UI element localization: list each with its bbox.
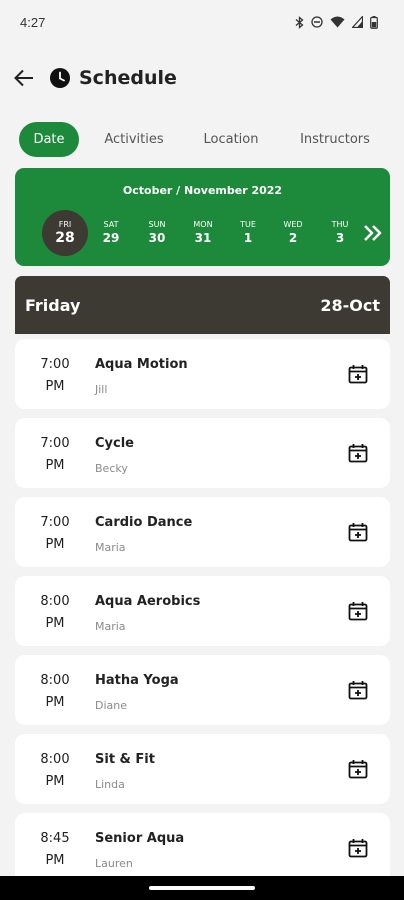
day-name: THU <box>331 220 349 229</box>
day-number: 3 <box>335 231 345 245</box>
time-value: 7:00 <box>40 436 70 451</box>
class-instructor: Diane <box>95 699 128 712</box>
class-instructor: Linda <box>95 778 125 791</box>
class-card-hatha-yoga[interactable]: 8:00 PM Hatha Yoga Diane <box>15 655 390 725</box>
tab-instructors[interactable]: Instructors <box>273 122 383 157</box>
time-period: PM <box>45 458 65 473</box>
day-fri-28[interactable]: FRI 28 <box>42 210 88 256</box>
day-sun-30[interactable]: SUN 30 <box>134 210 180 256</box>
home-gesture-handle[interactable] <box>149 886 255 890</box>
tab-date[interactable]: Date <box>19 122 79 157</box>
status-icons <box>295 15 378 29</box>
calendar-plus-icon[interactable] <box>348 838 368 858</box>
day-mon-31[interactable]: MON 31 <box>180 210 226 256</box>
class-instructor: Maria <box>95 541 126 554</box>
month-label: October / November 2022 <box>122 184 283 197</box>
calendar-plus-icon[interactable] <box>348 522 368 542</box>
week-calendar: October / November 2022 FRI 28 SAT 29 SU… <box>15 168 390 266</box>
class-instructor: Lauren <box>95 857 133 870</box>
class-name: Senior Aqua <box>95 831 185 846</box>
tab-activities[interactable]: Activities <box>79 122 189 157</box>
time-value: 8:00 <box>40 673 70 688</box>
day-number: 28 <box>55 230 75 246</box>
class-name: Aqua Aerobics <box>95 594 201 609</box>
day-name: WED <box>283 220 303 229</box>
bluetooth-icon <box>295 15 304 29</box>
page-title: Schedule <box>79 67 177 89</box>
do-not-disturb-icon <box>311 16 323 28</box>
class-time: 7:00 PM <box>37 512 73 556</box>
status-bar: 4:27 <box>0 0 404 44</box>
time-value: 8:00 <box>40 594 70 609</box>
selected-date: 28-Oct <box>320 295 380 315</box>
time-period: PM <box>45 379 65 394</box>
class-name: Aqua Motion <box>95 357 188 372</box>
class-instructor: Becky <box>95 462 128 475</box>
class-name: Cardio Dance <box>95 515 193 530</box>
day-tue-1[interactable]: TUE 1 <box>225 210 271 256</box>
time-period: PM <box>45 695 65 710</box>
back-button[interactable] <box>12 66 36 90</box>
calendar-plus-icon[interactable] <box>348 680 368 700</box>
class-time: 8:00 PM <box>37 670 73 714</box>
class-time: 8:45 PM <box>37 828 73 872</box>
class-instructor: Jill <box>95 383 108 396</box>
class-time: 8:00 PM <box>37 749 73 793</box>
calendar-plus-icon[interactable] <box>348 364 368 384</box>
day-name: SAT <box>103 220 119 229</box>
calendar-plus-icon[interactable] <box>348 601 368 621</box>
class-card-aqua-aerobics[interactable]: 8:00 PM Aqua Aerobics Maria <box>15 576 390 646</box>
time-period: PM <box>45 616 65 631</box>
tab-location[interactable]: Location <box>189 122 273 157</box>
day-name: TUE <box>240 220 256 229</box>
calendar-plus-icon[interactable] <box>348 759 368 779</box>
time-period: PM <box>45 853 65 868</box>
class-name: Hatha Yoga <box>95 673 179 688</box>
wifi-icon <box>330 16 345 28</box>
day-thu-3[interactable]: THU 3 <box>317 210 363 256</box>
class-time: 7:00 PM <box>37 433 73 477</box>
app-bar: Schedule <box>0 54 404 102</box>
day-number: 31 <box>194 231 212 245</box>
time-value: 8:00 <box>40 752 70 767</box>
class-card-cardio-dance[interactable]: 7:00 PM Cardio Dance Maria <box>15 497 390 567</box>
status-time: 4:27 <box>20 14 46 30</box>
calendar-plus-icon[interactable] <box>348 443 368 463</box>
class-card-aqua-motion[interactable]: 7:00 PM Aqua Motion Jill <box>15 339 390 409</box>
time-value: 8:45 <box>40 831 70 846</box>
battery-icon <box>370 15 378 29</box>
day-name: MON <box>193 220 213 229</box>
selected-day-name: Friday <box>25 295 81 315</box>
day-number: 29 <box>102 231 120 245</box>
class-card-cycle[interactable]: 7:00 PM Cycle Becky <box>15 418 390 488</box>
system-navigation-bar <box>0 876 404 900</box>
class-name: Sit & Fit <box>95 752 155 767</box>
time-value: 7:00 <box>40 357 70 372</box>
clock-icon <box>50 68 70 88</box>
double-chevron-right-icon[interactable] <box>362 222 384 244</box>
day-name: SUN <box>148 220 166 229</box>
day-number: 1 <box>243 231 253 245</box>
filter-tabs: Date Activities Location Instructors <box>19 122 383 157</box>
day-list: FRI 28 SAT 29 SUN 30 MON 31 TUE 1 WED 2 … <box>15 210 390 258</box>
class-card-sit-and-fit[interactable]: 8:00 PM Sit & Fit Linda <box>15 734 390 804</box>
arrow-left-icon <box>14 69 33 87</box>
day-name: FRI <box>58 220 72 229</box>
day-sat-29[interactable]: SAT 29 <box>88 210 134 256</box>
class-instructor: Maria <box>95 620 126 633</box>
class-time: 7:00 PM <box>37 354 73 398</box>
day-wed-2[interactable]: WED 2 <box>270 210 316 256</box>
day-number: 30 <box>148 231 166 245</box>
class-time: 8:00 PM <box>37 591 73 635</box>
time-value: 7:00 <box>40 515 70 530</box>
time-period: PM <box>45 774 65 789</box>
time-period: PM <box>45 537 65 552</box>
class-name: Cycle <box>95 436 134 451</box>
class-card-senior-aqua[interactable]: 8:45 PM Senior Aqua Lauren <box>15 813 390 883</box>
cellular-signal-icon <box>352 16 363 28</box>
day-number: 2 <box>288 231 298 245</box>
selected-date-header: Friday 28-Oct <box>15 276 390 334</box>
